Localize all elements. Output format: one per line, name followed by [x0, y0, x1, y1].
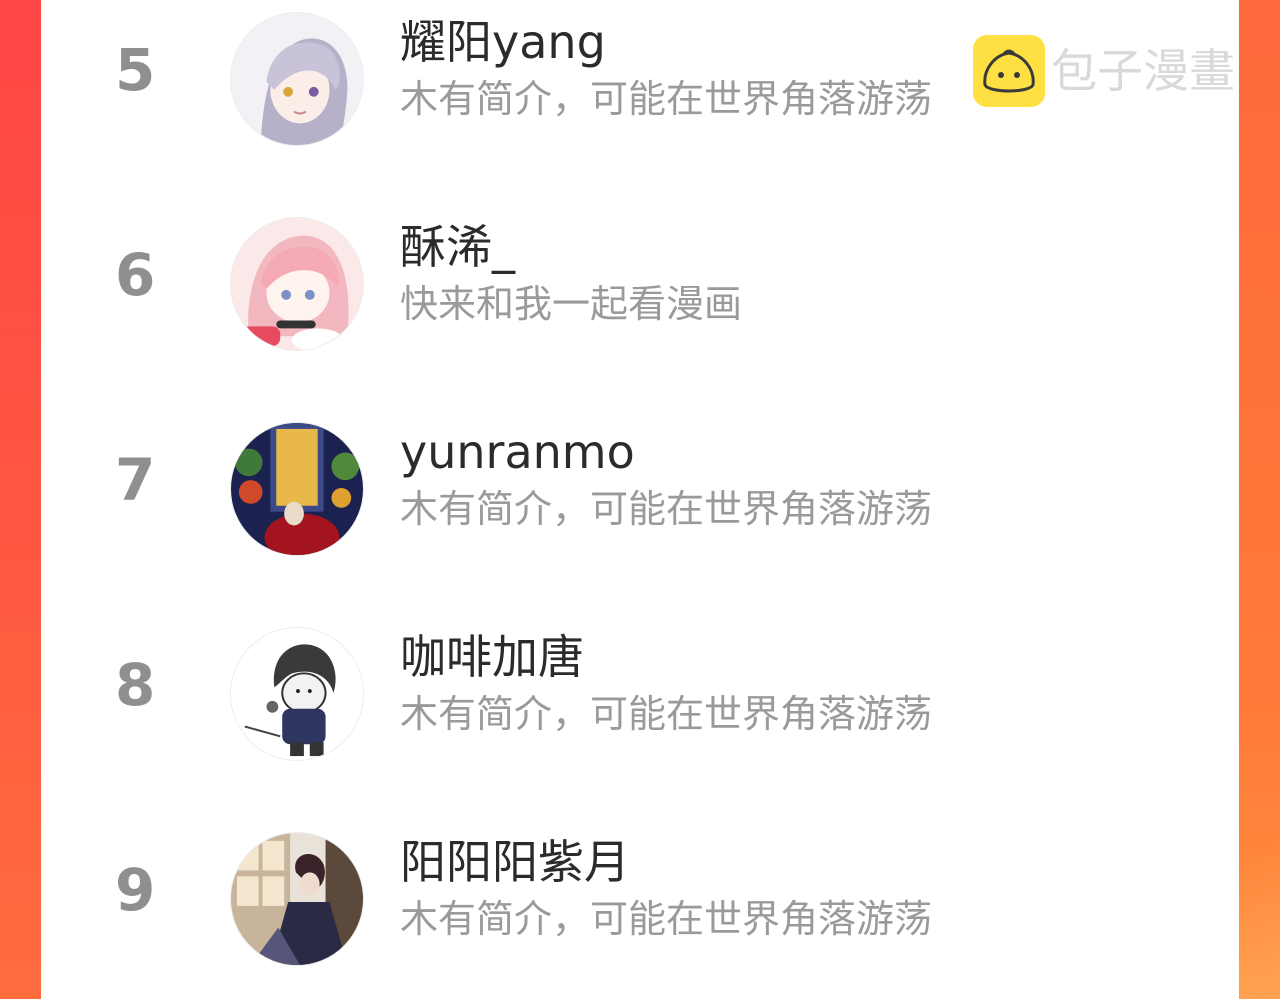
- avatar[interactable]: [230, 217, 364, 351]
- user-name[interactable]: 酥浠_: [400, 219, 515, 275]
- rank-number: 7: [115, 446, 156, 514]
- user-bio: 木有简介，可能在世界角落游荡: [400, 692, 933, 736]
- rank-number: 9: [115, 856, 156, 924]
- user-name[interactable]: 阳阳阳紫月: [400, 834, 630, 890]
- user-name[interactable]: 耀阳yang: [400, 14, 606, 70]
- user-bio: 快来和我一起看漫画: [400, 282, 743, 326]
- avatar[interactable]: [230, 422, 364, 556]
- rank-number: 6: [115, 241, 156, 309]
- avatar[interactable]: [230, 12, 364, 146]
- ranking-list-panel: 5 耀阳yang 木有简介，可能在世界角落游荡 6 酥浠_ 快来和我一起看漫画 …: [41, 0, 1239, 999]
- list-item[interactable]: 6 酥浠_ 快来和我一起看漫画: [41, 205, 1239, 351]
- user-bio: 木有简介，可能在世界角落游荡: [400, 487, 933, 531]
- rank-number: 5: [115, 36, 156, 104]
- bun-logo-icon: [973, 35, 1045, 107]
- watermark-text: 包子漫畫: [1051, 44, 1235, 98]
- avatar[interactable]: [230, 832, 364, 966]
- right-background-strip: [1239, 0, 1280, 999]
- user-name[interactable]: yunranmo: [400, 424, 635, 480]
- user-bio: 木有简介，可能在世界角落游荡: [400, 897, 933, 941]
- rank-number: 8: [115, 651, 156, 719]
- watermark: 包子漫畫: [973, 34, 1235, 108]
- user-bio: 木有简介，可能在世界角落游荡: [400, 77, 933, 121]
- left-background-strip: [0, 0, 41, 999]
- avatar[interactable]: [230, 627, 364, 761]
- list-item[interactable]: 8 咖啡加唐 木有简介，可能在世界角落游荡: [41, 615, 1239, 761]
- list-item[interactable]: 7 yunranmo 木有简介，可能在世界角落游荡: [41, 410, 1239, 556]
- list-item[interactable]: 9 阳阳阳紫月 木有简介，可能在世界角落游荡: [41, 820, 1239, 966]
- user-name[interactable]: 咖啡加唐: [400, 629, 584, 685]
